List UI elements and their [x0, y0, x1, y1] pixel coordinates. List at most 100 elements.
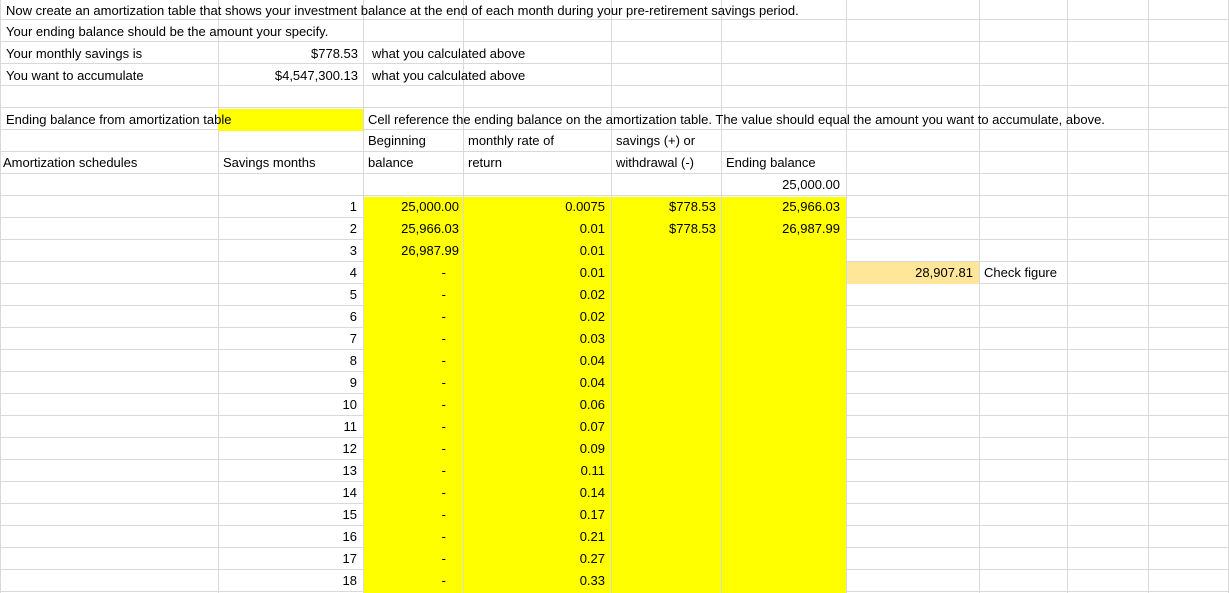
monthly-rate-cell[interactable]: 0.0075	[464, 196, 605, 218]
beginning-balance-cell[interactable]: 25,966.03	[364, 218, 459, 240]
month-number[interactable]: 18	[218, 570, 357, 592]
beginning-balance-cell[interactable]: -	[364, 306, 446, 328]
monthly-rate-cell[interactable]: 0.01	[464, 240, 605, 262]
savings-cell[interactable]	[612, 350, 716, 372]
month-number[interactable]: 16	[218, 526, 357, 548]
savings-cell[interactable]	[612, 328, 716, 350]
month-number[interactable]: 14	[218, 482, 357, 504]
beginning-balance-cell[interactable]: -	[364, 438, 446, 460]
beginning-balance-cell[interactable]: -	[364, 328, 446, 350]
beginning-balance-cell[interactable]: -	[364, 284, 446, 306]
savings-cell[interactable]	[612, 504, 716, 526]
month-number[interactable]: 2	[218, 218, 357, 240]
beginning-balance-cell[interactable]: -	[364, 548, 446, 570]
monthly-rate-cell[interactable]: 0.14	[464, 482, 605, 504]
beginning-balance-cell[interactable]: -	[364, 262, 446, 284]
ending-balance-cell[interactable]	[722, 284, 840, 306]
monthly-rate-cell[interactable]: 0.11	[464, 460, 605, 482]
monthly-rate-cell[interactable]: 0.09	[464, 438, 605, 460]
ending-balance-cell[interactable]	[722, 372, 840, 394]
beginning-balance-cell[interactable]: -	[364, 460, 446, 482]
month-number[interactable]: 7	[218, 328, 357, 350]
savings-cell[interactable]	[612, 438, 716, 460]
beginning-balance-cell[interactable]: 26,987.99	[364, 240, 459, 262]
savings-cell[interactable]	[612, 306, 716, 328]
ending-balance-cell[interactable]: 26,987.99	[722, 218, 840, 240]
month-number[interactable]: 6	[218, 306, 357, 328]
monthly-savings-value[interactable]: $778.53	[218, 43, 358, 65]
month-number[interactable]: 3	[218, 240, 357, 262]
accumulate-value[interactable]: $4,547,300.13	[218, 65, 358, 87]
savings-cell[interactable]	[612, 570, 716, 592]
savings-cell[interactable]	[612, 284, 716, 306]
ending-balance-cell[interactable]	[722, 240, 840, 262]
monthly-rate-header-2: return	[468, 155, 502, 170]
monthly-rate-cell[interactable]: 0.33	[464, 570, 605, 592]
beginning-balance-cell[interactable]: -	[364, 394, 446, 416]
monthly-rate-cell[interactable]: 0.17	[464, 504, 605, 526]
ending-balance-cell[interactable]	[722, 570, 840, 592]
savings-cell[interactable]	[612, 394, 716, 416]
monthly-rate-cell[interactable]: 0.06	[464, 394, 605, 416]
savings-cell[interactable]	[612, 482, 716, 504]
monthly-rate-cell[interactable]: 0.04	[464, 372, 605, 394]
savings-cell[interactable]	[612, 240, 716, 262]
month-number[interactable]: 15	[218, 504, 357, 526]
month-number[interactable]: 11	[218, 416, 358, 438]
savings-cell[interactable]	[612, 372, 716, 394]
savings-cell[interactable]	[612, 526, 716, 548]
beginning-balance-cell[interactable]: -	[364, 482, 446, 504]
ending-balance-cell[interactable]	[722, 482, 840, 504]
ending-balance-cell[interactable]: 25,966.03	[722, 196, 840, 218]
monthly-rate-cell[interactable]: 0.07	[464, 416, 605, 438]
month-number[interactable]: 5	[218, 284, 357, 306]
monthly-rate-cell[interactable]: 0.04	[464, 350, 605, 372]
monthly-rate-cell[interactable]: 0.01	[464, 262, 605, 284]
check-figure-label: Check figure	[984, 265, 1057, 280]
beginning-balance-cell[interactable]: 25,000.00	[364, 196, 459, 218]
ending-balance-cell[interactable]	[722, 394, 840, 416]
ending-balance-cell[interactable]	[722, 416, 840, 438]
ending-balance-cell[interactable]	[722, 504, 840, 526]
monthly-rate-cell[interactable]: 0.03	[464, 328, 605, 350]
month-number[interactable]: 4	[218, 262, 357, 284]
ending-balance-cell[interactable]	[722, 548, 840, 570]
ending-balance-cell[interactable]	[722, 306, 840, 328]
savings-cell[interactable]	[612, 416, 716, 438]
monthly-rate-cell[interactable]: 0.27	[464, 548, 605, 570]
monthly-rate-cell[interactable]: 0.21	[464, 526, 605, 548]
beginning-balance-cell[interactable]: -	[364, 570, 446, 592]
month-number[interactable]: 8	[218, 350, 357, 372]
amortization-schedules-header: Amortization schedules	[3, 155, 138, 170]
month-number[interactable]: 1	[218, 196, 357, 218]
savings-header-1: savings (+) or	[616, 133, 696, 148]
month-number[interactable]: 9	[218, 372, 357, 394]
ending-balance-cell[interactable]	[722, 438, 840, 460]
ending-balance-header: Ending balance	[726, 155, 816, 170]
savings-cell[interactable]	[612, 262, 716, 284]
savings-cell[interactable]: $778.53	[612, 196, 716, 218]
initial-ending-balance[interactable]: 25,000.00	[722, 174, 840, 196]
beginning-balance-cell[interactable]: -	[364, 504, 446, 526]
ending-balance-cell[interactable]	[722, 460, 840, 482]
beginning-balance-cell[interactable]: -	[364, 372, 446, 394]
month-number[interactable]: 12	[218, 438, 357, 460]
savings-cell[interactable]: $778.53	[612, 218, 716, 240]
beginning-balance-cell[interactable]: -	[364, 416, 446, 438]
monthly-rate-cell[interactable]: 0.02	[464, 306, 605, 328]
monthly-rate-cell[interactable]: 0.02	[464, 284, 605, 306]
month-number[interactable]: 13	[218, 460, 357, 482]
check-figure-value[interactable]: 28,907.81	[847, 262, 973, 284]
beginning-balance-cell[interactable]: -	[364, 526, 446, 548]
monthly-rate-cell[interactable]: 0.01	[464, 218, 605, 240]
ending-balance-cell[interactable]	[722, 526, 840, 548]
month-number[interactable]: 10	[218, 394, 357, 416]
savings-cell[interactable]	[612, 548, 716, 570]
savings-cell[interactable]	[612, 460, 716, 482]
ending-balance-cell[interactable]	[722, 328, 840, 350]
spreadsheet-grid[interactable]: Now create an amortization table that sh…	[0, 0, 1229, 593]
beginning-balance-cell[interactable]: -	[364, 350, 446, 372]
month-number[interactable]: 17	[218, 548, 357, 570]
ending-balance-cell[interactable]	[722, 262, 840, 284]
ending-balance-cell[interactable]	[722, 350, 840, 372]
